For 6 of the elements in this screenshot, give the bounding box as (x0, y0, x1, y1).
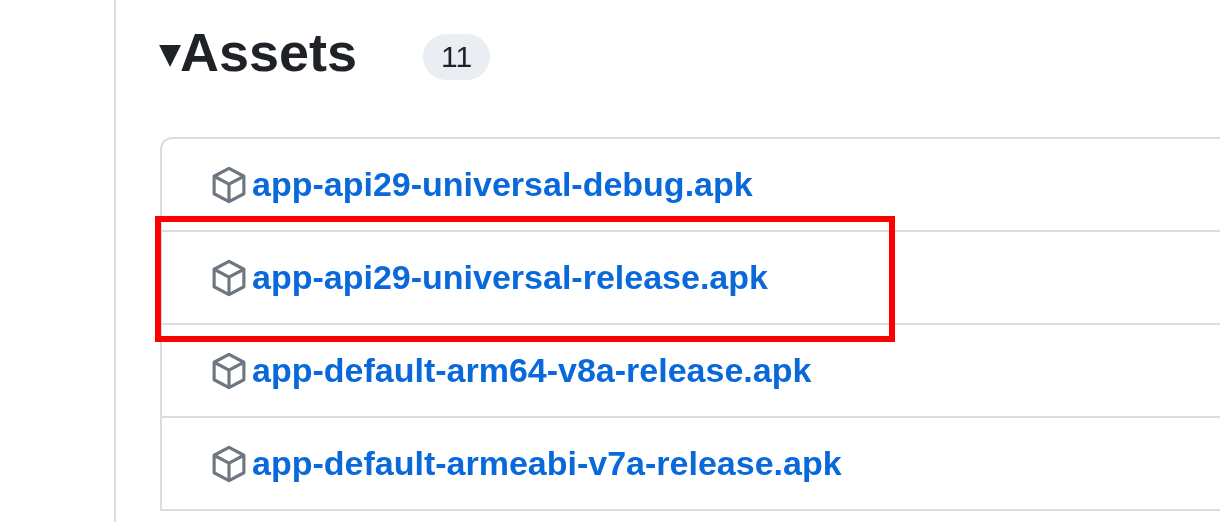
asset-link[interactable]: app-api29-universal-release.apk (252, 252, 768, 303)
assets-toggle[interactable]: ▾Assets (160, 25, 358, 79)
asset-link[interactable]: app-api29-universal-debug.apk (252, 159, 753, 210)
asset-link[interactable]: app-default-armeabi-v7a-release.apk (252, 438, 842, 489)
count-badge: 11 (423, 34, 491, 80)
asset-link[interactable]: app-default-arm64-v8a-release.apk (252, 345, 812, 396)
